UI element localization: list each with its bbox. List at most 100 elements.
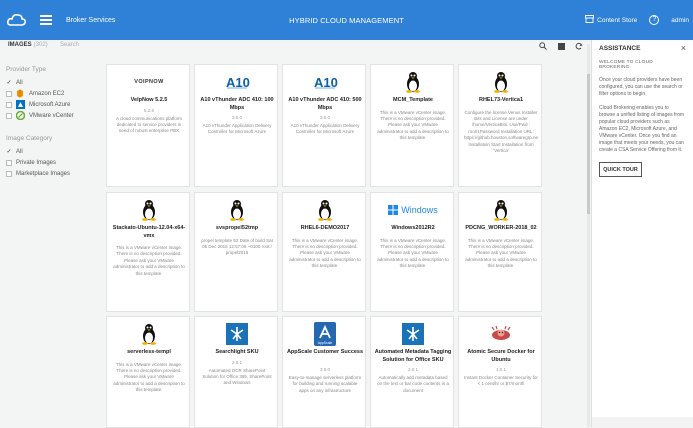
provider-filter-azure[interactable]: Microsoft Azure bbox=[6, 99, 102, 110]
checkbox[interactable] bbox=[6, 101, 12, 108]
category-filter-all[interactable]: ✓ All bbox=[6, 146, 102, 157]
filter-panel: Provider Type ✓ All Amazon EC2 Microsoft … bbox=[6, 66, 102, 179]
images-header: IMAGES (302) Search bbox=[0, 40, 588, 54]
help-icon[interactable]: ? bbox=[649, 15, 660, 25]
card-title: AppScale Customer Success bbox=[286, 349, 364, 355]
card-description: This is a VMware vCenter image. There is… bbox=[113, 361, 185, 393]
card-title: A10 vThunder ADC 410: 100 Mbps bbox=[200, 97, 274, 111]
docker-logo-icon bbox=[459, 321, 541, 347]
refresh-icon[interactable] bbox=[574, 41, 584, 51]
checkbox[interactable] bbox=[6, 159, 12, 166]
amazon-ec2-icon bbox=[17, 89, 23, 98]
card-version: 3.5.0 bbox=[319, 367, 330, 372]
card-title: RHEL6-DEMO2017 bbox=[300, 225, 350, 231]
image-card[interactable]: A10 A10 vThunder ADC 410: 100 Mbps 3.0.0 A1… bbox=[194, 64, 278, 187]
card-version: 3.0.0 bbox=[231, 115, 242, 120]
checkbox[interactable] bbox=[6, 170, 12, 177]
quick-tour-button[interactable]: QUICK TOUR bbox=[599, 162, 642, 177]
linux-logo-icon bbox=[459, 197, 541, 223]
image-card[interactable]: MCM_Template This is a VMware vCenter ima… bbox=[370, 64, 454, 187]
assistance-title: ASSISTANCE bbox=[599, 44, 641, 52]
image-card[interactable]: Stackato-Ubuntu-12.04-x64-vmx This is a V… bbox=[106, 192, 190, 312]
windows-logo-icon: Windows bbox=[371, 197, 453, 223]
category-filter-private[interactable]: Private Images bbox=[6, 157, 102, 168]
card-description: A10 vThunder Application Delivery Contro… bbox=[290, 123, 360, 135]
close-icon[interactable]: × bbox=[681, 43, 686, 53]
images-title: IMAGES (302) bbox=[8, 42, 48, 48]
card-title: MCM_Template bbox=[393, 97, 433, 103]
searchlight-logo-icon bbox=[195, 321, 277, 347]
image-card-grid: VOIPNOW VelpNow 5.2.5 5.2.5 A cloud communi… bbox=[106, 64, 586, 428]
card-description: A10 vThunder Application Delivery Contro… bbox=[202, 123, 272, 135]
card-description: This is a VMware vCenter image. There is… bbox=[465, 237, 537, 269]
linux-logo-icon bbox=[283, 197, 365, 223]
linux-logo-icon bbox=[107, 197, 189, 223]
image-card[interactable]: RHEL6-DEMO2017 This is a VMware vCenter i… bbox=[282, 192, 366, 312]
card-title: Stackato-Ubuntu-12.04-x64-vmx bbox=[112, 225, 186, 239]
vmware-vcenter-icon bbox=[16, 111, 25, 120]
card-title: serverless-templ bbox=[127, 349, 171, 355]
card-title: VelpNow 5.2.5 bbox=[130, 97, 168, 103]
search-input[interactable]: Search bbox=[60, 42, 79, 48]
image-card[interactable]: AppScale AppScale Customer Success 3.5.0 Ea… bbox=[282, 316, 366, 428]
image-card[interactable]: A10 A10 vThunder ADC 410: 500 Mbps 3.0.0 A1… bbox=[282, 64, 366, 187]
card-description: Automatically add metadata based on the … bbox=[377, 375, 449, 393]
card-title: Automated Metadata Tagging Solution for … bbox=[374, 349, 452, 363]
card-version: 2.0.1 bbox=[407, 367, 418, 372]
welcome-text: WELCOME TO CLOUD BROKERING. bbox=[599, 60, 653, 70]
card-title: Windows2012R2 bbox=[391, 225, 435, 231]
card-description: This is a VMware vCenter image. There is… bbox=[113, 245, 185, 276]
image-category-heading: Image Category bbox=[6, 135, 53, 142]
microsoft-azure-icon bbox=[16, 100, 25, 109]
image-card[interactable]: Searchlight SKU 2.0.1 Automated OCR ShareP… bbox=[194, 316, 278, 428]
linux-logo-icon bbox=[195, 197, 277, 223]
card-version: 2.0.1 bbox=[231, 359, 242, 365]
assistance-panel: ASSISTANCE × WELCOME TO CLOUD BROKERING.… bbox=[591, 40, 693, 427]
category-filter-marketplace[interactable]: Marketplace Images bbox=[6, 168, 102, 179]
card-description: Instant Docker Container Security for < … bbox=[464, 375, 538, 387]
image-card[interactable]: VOIPNOW VelpNow 5.2.5 5.2.5 A cloud communi… bbox=[106, 64, 190, 187]
card-title: A10 vThunder ADC 410: 500 Mbps bbox=[288, 97, 362, 111]
brand-name[interactable]: Broker Services bbox=[66, 17, 115, 24]
card-title: Searchlight SKU bbox=[215, 349, 259, 355]
provider-filter-vmware[interactable]: VMware vCenter bbox=[6, 110, 102, 121]
card-description: This is a VMware vCenter image. There is… bbox=[289, 237, 361, 269]
top-bar: Broker Services HYBRID CLOUD MANAGEMENT … bbox=[0, 0, 693, 40]
image-card[interactable]: Automated Metadata Tagging Solution for … bbox=[370, 316, 454, 428]
card-version: 5.2.5 bbox=[143, 107, 154, 113]
card-description: This is a VMware vCenter image. There is… bbox=[377, 237, 449, 269]
provider-filter-amazon[interactable]: Amazon EC2 bbox=[6, 88, 102, 99]
grid-view-icon[interactable] bbox=[556, 41, 566, 51]
assistance-paragraph-2: Cloud Brokering enables you to browse a … bbox=[599, 105, 685, 153]
a10-logo-icon: A10 bbox=[283, 69, 365, 95]
assistance-paragraph-1: Once your cloud providers have been conf… bbox=[599, 77, 683, 97]
image-card[interactable]: PDCNG_WORKER-2018_02 This is a VMware vCe… bbox=[458, 192, 542, 312]
checkbox[interactable] bbox=[6, 112, 12, 119]
linux-logo-icon bbox=[371, 69, 453, 95]
card-description: This is a VMware vCenter image. There is… bbox=[377, 109, 449, 141]
store-icon bbox=[585, 15, 595, 25]
card-version: 1.0.1 bbox=[495, 367, 506, 372]
checkbox[interactable] bbox=[6, 90, 12, 97]
linux-logo-icon bbox=[459, 69, 541, 95]
a10-logo-icon: A10 bbox=[195, 69, 277, 95]
hamburger-menu-icon[interactable] bbox=[40, 15, 52, 25]
card-description: Easy-to-manage serverless platform for b… bbox=[288, 375, 362, 393]
provider-filter-all[interactable]: ✓ All bbox=[6, 77, 102, 88]
searchlight-logo-icon bbox=[371, 321, 453, 347]
image-card[interactable]: Windows Windows2012R2 This is a VMware vCe… bbox=[370, 192, 454, 312]
user-menu[interactable]: admin bbox=[671, 17, 689, 24]
linux-logo-icon bbox=[107, 321, 189, 347]
image-card[interactable]: serverless-templ This is a VMware vCenter… bbox=[106, 316, 190, 428]
card-title: PDCNG_WORKER-2018_02 bbox=[465, 225, 537, 231]
cloud-logo-icon[interactable] bbox=[6, 9, 28, 31]
image-card[interactable]: Atomic Secure Docker for Ubuntu 1.0.1 Inst… bbox=[458, 316, 542, 428]
image-card[interactable]: RHEL73-Vertica1 Configure the license Ven… bbox=[458, 64, 542, 187]
checkmark-icon: ✓ bbox=[6, 148, 12, 155]
panel-footer bbox=[592, 417, 693, 427]
content-store-button[interactable]: Content Store bbox=[585, 15, 637, 25]
scrollbar-thumb[interactable] bbox=[587, 74, 590, 214]
search-icon[interactable] bbox=[538, 41, 548, 51]
image-card[interactable]: svspropel52tmp propel template 52 Date of… bbox=[194, 192, 278, 312]
card-description: propel template 52 Date of build Sat 05 … bbox=[201, 237, 273, 256]
